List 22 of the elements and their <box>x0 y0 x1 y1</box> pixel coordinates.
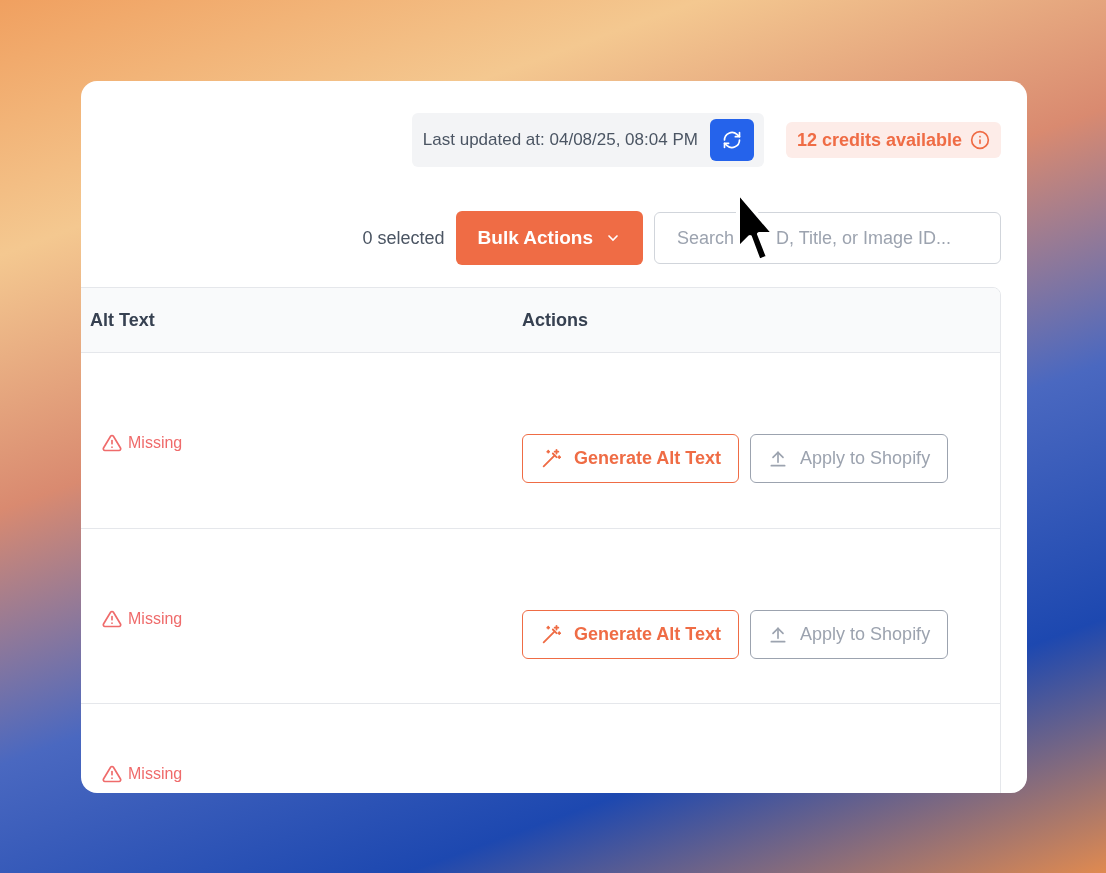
column-header: Alt Text <box>89 308 156 332</box>
generate-alt-text-button[interactable]: Generate Alt Text <box>522 434 740 483</box>
warning-icon <box>102 609 122 629</box>
missing-status: Missing <box>102 431 183 455</box>
missing-status: Missing <box>102 762 183 786</box>
magic-wand-icon <box>540 447 562 470</box>
warning-icon <box>102 433 122 453</box>
credits-text: 12 credits available <box>796 128 962 152</box>
warning-icon <box>102 764 122 784</box>
info-icon[interactable] <box>970 130 990 150</box>
magic-wand-icon <box>540 623 562 646</box>
bulk-actions-button[interactable]: Bulk Actions <box>455 211 643 265</box>
apply-to-shopify-button[interactable]: Apply to Shopify <box>750 610 949 659</box>
generate-alt-text-button[interactable]: Generate Alt Text <box>522 610 740 659</box>
refresh-icon <box>721 130 742 150</box>
last-updated-text: Last updated at: 04/08/25, 08:04 PM <box>422 129 698 152</box>
search-field[interactable]: Search D, Title, or Image ID... <box>654 212 1001 264</box>
column-header: Actions <box>522 308 589 332</box>
apply-to-shopify-button[interactable]: Apply to Shopify <box>750 434 949 483</box>
selected-count: 0 selected <box>362 226 445 250</box>
refresh-button[interactable] <box>709 119 754 161</box>
missing-status: Missing <box>102 607 183 631</box>
